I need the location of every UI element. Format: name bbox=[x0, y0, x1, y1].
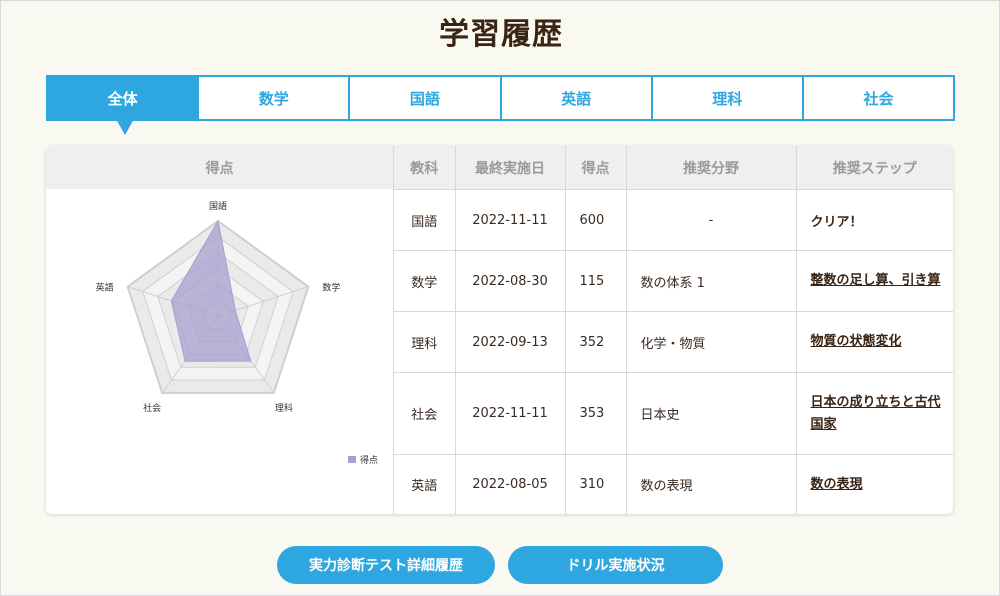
radar-axis-label: 国語 bbox=[209, 200, 227, 212]
score-panel: 得点 国語 数学 理科 社会 英語 得点 bbox=[46, 146, 394, 514]
tab-social[interactable]: 社会 bbox=[803, 75, 956, 121]
history-table: 教科 最終実施日 得点 推奨分野 推奨ステップ 国語 2022-11-11 60… bbox=[394, 146, 953, 514]
subject-tabs: 全体 数学 国語 英語 理科 社会 bbox=[46, 75, 956, 135]
table-header-row: 教科 最終実施日 得点 推奨分野 推奨ステップ bbox=[394, 146, 953, 190]
cell-field: 数の表現 bbox=[625, 454, 796, 514]
cell-field: 化学・物質 bbox=[625, 311, 796, 373]
tab-science[interactable]: 理科 bbox=[652, 75, 804, 121]
cell-score: 353 bbox=[564, 372, 626, 455]
cell-date: 2022-08-30 bbox=[454, 250, 565, 312]
table-row: 国語 2022-11-11 600 - クリア！ bbox=[394, 189, 953, 251]
page-title: 学習履歴 bbox=[439, 17, 563, 52]
tab-japanese[interactable]: 国語 bbox=[350, 75, 502, 121]
cell-subject: 国語 bbox=[394, 189, 455, 251]
step-link[interactable]: 日本の成り立ちと古代国家 bbox=[811, 395, 941, 432]
legend-swatch bbox=[348, 456, 356, 463]
cell-date: 2022-08-05 bbox=[454, 454, 565, 514]
step-link[interactable]: 数の表現 bbox=[811, 477, 863, 492]
cell-date: 2022-11-11 bbox=[454, 189, 565, 251]
radar-axis-label: 数学 bbox=[322, 282, 340, 294]
step-link[interactable]: 整数の足し算、引き算 bbox=[811, 273, 941, 288]
table-row: 数学 2022-08-30 115 数の体系 1 整数の足し算、引き算 bbox=[394, 250, 953, 312]
step-status: クリア！ bbox=[810, 214, 863, 230]
legend-label: 得点 bbox=[360, 454, 378, 466]
drill-status-button[interactable]: ドリル実施状況 bbox=[508, 546, 723, 584]
table-row: 社会 2022-11-11 353 日本史 日本の成り立ちと古代国家 bbox=[394, 372, 953, 455]
col-subject: 教科 bbox=[394, 146, 455, 190]
radar-axis-label: 理科 bbox=[275, 402, 293, 414]
cell-score: 600 bbox=[564, 189, 626, 251]
table-row: 理科 2022-09-13 352 化学・物質 物質の状態変化 bbox=[394, 311, 953, 373]
cell-score: 115 bbox=[564, 250, 626, 312]
history-card: 得点 国語 数学 理科 社会 英語 得点 教科 最終実施日 得点 推奨分野 推奨ステップ … bbox=[46, 146, 953, 514]
cell-date: 2022-09-13 bbox=[454, 311, 565, 373]
tab-english[interactable]: 英語 bbox=[501, 75, 653, 121]
table-row: 英語 2022-08-05 310 数の表現 数の表現 bbox=[394, 454, 953, 514]
step-link[interactable]: 物質の状態変化 bbox=[811, 334, 902, 349]
col-recommended-field: 推奨分野 bbox=[625, 146, 796, 190]
cell-field: 日本史 bbox=[625, 372, 796, 455]
tab-math[interactable]: 数学 bbox=[199, 75, 351, 121]
radar-chart: 国語数学理科 社会 英語得点 bbox=[96, 200, 378, 466]
cell-field: 数の体系 1 bbox=[625, 250, 796, 312]
radar-axis-label: 英語 bbox=[96, 282, 114, 294]
cell-subject: 理科 bbox=[394, 311, 455, 373]
cell-field: - bbox=[625, 189, 796, 251]
radar-axis-label: 社会 bbox=[143, 402, 161, 414]
tab-all[interactable]: 全体 bbox=[46, 75, 200, 135]
col-last-date: 最終実施日 bbox=[454, 146, 565, 190]
cell-subject: 社会 bbox=[394, 372, 455, 455]
cell-date: 2022-11-11 bbox=[454, 372, 565, 455]
cell-subject: 数学 bbox=[394, 250, 455, 312]
col-recommended-step: 推奨ステップ bbox=[795, 146, 953, 190]
cell-score: 352 bbox=[564, 311, 626, 373]
cell-subject: 英語 bbox=[394, 454, 455, 514]
detail-history-button[interactable]: 実力診断テスト詳細履歴 bbox=[277, 546, 495, 584]
col-score: 得点 bbox=[564, 146, 626, 190]
score-header: 得点 bbox=[46, 146, 393, 189]
cell-score: 310 bbox=[564, 454, 626, 514]
